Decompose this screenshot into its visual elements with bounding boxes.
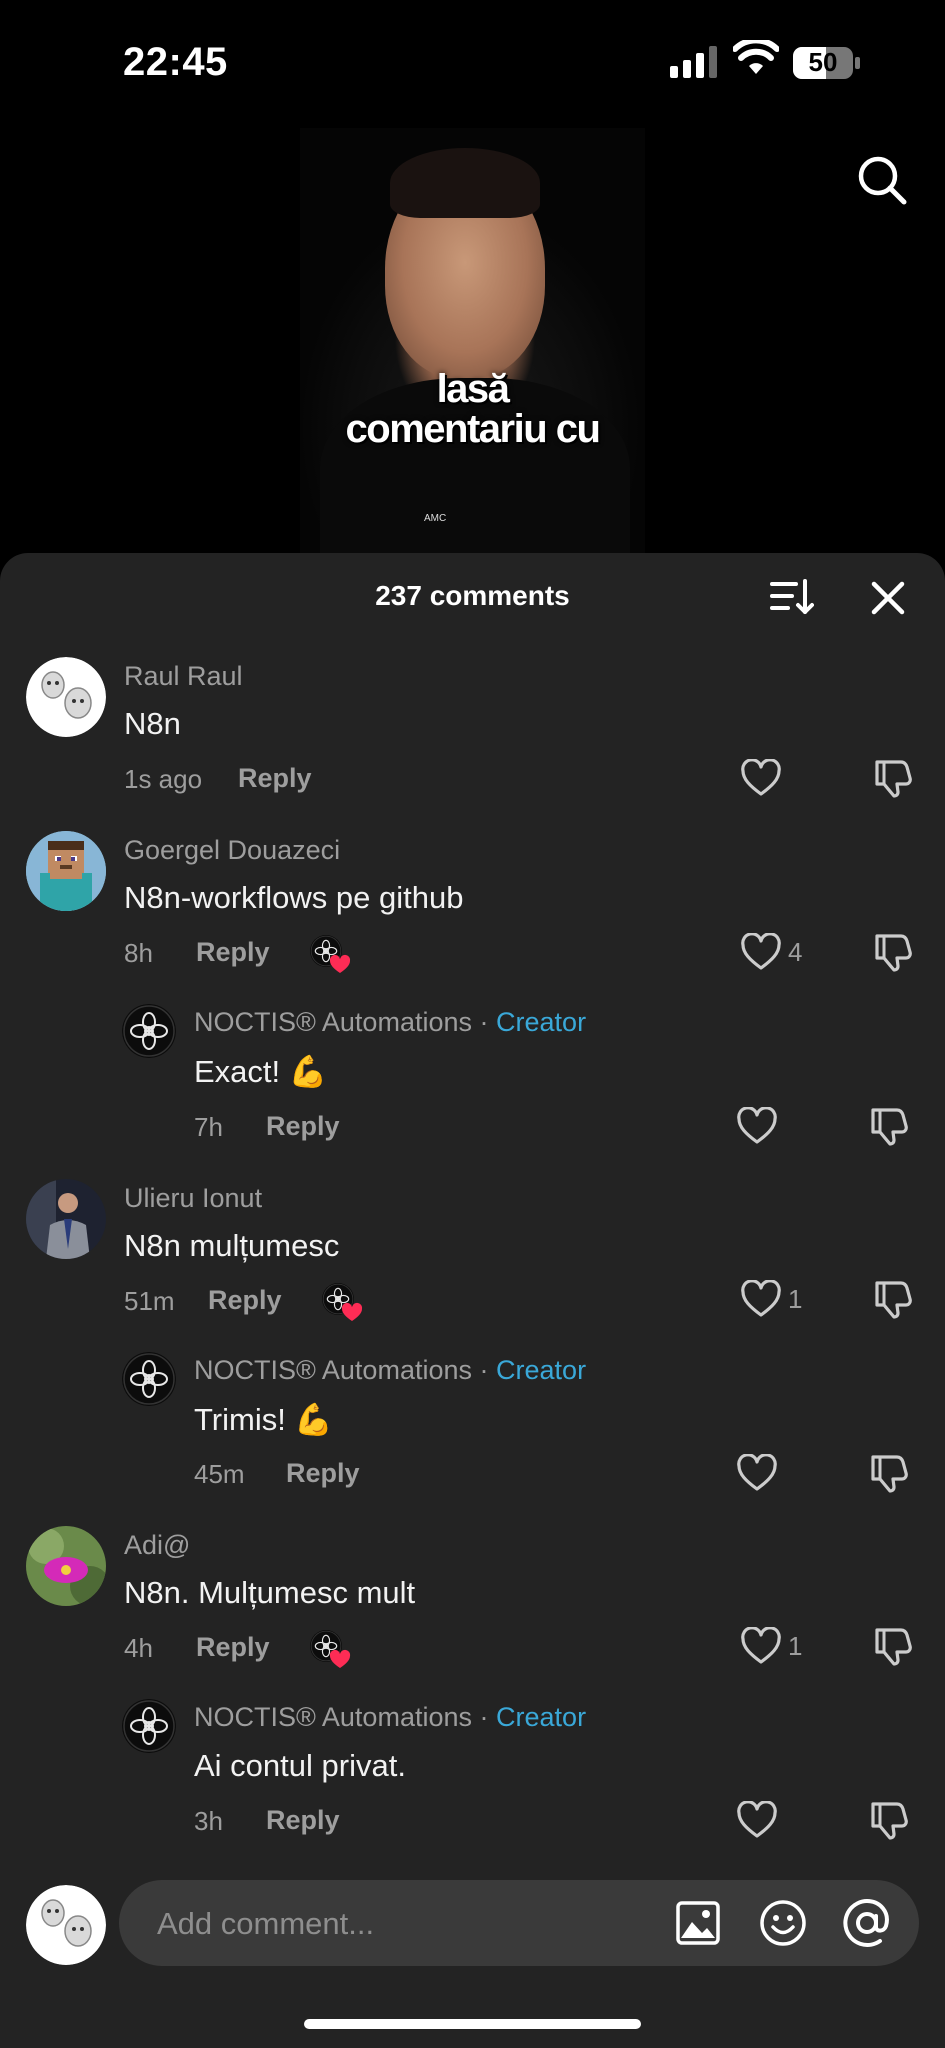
creator-label: Creator — [496, 1702, 587, 1732]
creator-avatar[interactable] — [122, 1352, 176, 1406]
separator-dot: · — [479, 1355, 489, 1385]
heart-icon[interactable] — [740, 933, 782, 971]
video-preview[interactable]: lasă comentariu cu AMC — [300, 128, 645, 558]
creator-avatar[interactable] — [122, 1004, 176, 1058]
emoji-icon[interactable] — [758, 1898, 808, 1948]
video-caption-line1: lasă — [436, 367, 510, 411]
reply-username[interactable]: NOCTIS® Automations · Creator — [194, 1702, 586, 1733]
sort-icon[interactable] — [770, 578, 814, 616]
like-count: 1 — [788, 1631, 803, 1661]
wifi-icon — [733, 40, 779, 74]
comment-time: 4h — [124, 1633, 153, 1663]
separator-dot: · — [479, 1007, 489, 1037]
heart-icon[interactable] — [740, 1280, 782, 1318]
reply-username-text: NOCTIS® Automations — [194, 1007, 472, 1037]
reply-username[interactable]: NOCTIS® Automations · Creator — [194, 1355, 586, 1386]
separator-dot: · — [479, 1702, 489, 1732]
dislike-icon[interactable] — [871, 1279, 913, 1319]
my-avatar[interactable] — [26, 1885, 106, 1965]
comment-time: 8h — [124, 938, 153, 968]
avatar[interactable] — [26, 1179, 106, 1259]
reply-time: 3h — [194, 1806, 223, 1836]
battery-level: 50 — [808, 47, 838, 77]
comment-username[interactable]: Adi@ — [124, 1530, 190, 1561]
reply-text: Exact! 💪 — [194, 1054, 328, 1089]
dislike-icon[interactable] — [871, 932, 913, 972]
comment-username[interactable]: Goergel Douazeci — [124, 835, 340, 866]
avatar[interactable] — [26, 1526, 106, 1606]
dislike-icon[interactable] — [867, 1800, 909, 1840]
heart-icon[interactable] — [736, 1801, 778, 1839]
status-time: 22:45 — [123, 40, 228, 84]
video-caption-line2: comentariu cu — [345, 407, 601, 451]
reply-text: Trimis! 💪 — [194, 1402, 334, 1437]
cellular-signal-icon — [670, 46, 717, 78]
close-icon[interactable] — [868, 578, 908, 618]
avatar[interactable] — [26, 831, 106, 911]
reply-button[interactable]: Reply — [196, 937, 270, 968]
comment-text: N8n-workflows pe github — [124, 880, 464, 915]
creator-avatar[interactable] — [122, 1699, 176, 1753]
comment-time: 1s ago — [124, 764, 203, 794]
battery-indicator: 50 — [792, 46, 862, 80]
reply-button[interactable]: Reply — [238, 763, 312, 794]
comment-input-placeholder[interactable]: Add comment... — [157, 1906, 374, 1942]
video-person-hair — [390, 148, 540, 218]
reply-time: 45m — [194, 1459, 245, 1489]
heart-icon[interactable] — [740, 759, 782, 797]
creator-liked-badge-icon — [322, 1283, 366, 1323]
reply-username[interactable]: NOCTIS® Automations · Creator — [194, 1007, 586, 1038]
reply-button[interactable]: Reply — [208, 1285, 282, 1316]
creator-label: Creator — [496, 1007, 587, 1037]
reply-username-text: NOCTIS® Automations — [194, 1702, 472, 1732]
heart-icon[interactable] — [740, 1627, 782, 1665]
like-count: 1 — [788, 1284, 803, 1314]
reply-button[interactable]: Reply — [266, 1111, 340, 1142]
dislike-icon[interactable] — [871, 758, 913, 798]
reply-button[interactable]: Reply — [196, 1632, 270, 1663]
mention-icon[interactable] — [840, 1896, 894, 1950]
reply-button[interactable]: Reply — [286, 1458, 360, 1489]
reply-text: Ai contul privat. — [194, 1748, 406, 1783]
creator-liked-badge-icon — [310, 1630, 354, 1670]
creator-label: Creator — [496, 1355, 587, 1385]
like-count: 4 — [788, 937, 803, 967]
heart-icon[interactable] — [736, 1454, 778, 1492]
comment-text: N8n. Mulțumesc mult — [124, 1575, 416, 1610]
heart-icon[interactable] — [736, 1107, 778, 1145]
search-icon[interactable] — [856, 154, 908, 206]
creator-liked-badge-icon — [310, 935, 354, 975]
reply-time: 7h — [194, 1112, 223, 1142]
dislike-icon[interactable] — [867, 1106, 909, 1146]
comment-time: 51m — [124, 1286, 175, 1316]
reply-username-text: NOCTIS® Automations — [194, 1355, 472, 1385]
comment-text: N8n mulțumesc — [124, 1228, 340, 1263]
video-tag: AMC — [424, 513, 447, 524]
reply-button[interactable]: Reply — [266, 1805, 340, 1836]
dislike-icon[interactable] — [871, 1626, 913, 1666]
image-icon[interactable] — [675, 1900, 721, 1946]
comment-username[interactable]: Raul Raul — [124, 661, 243, 692]
avatar[interactable] — [26, 657, 106, 737]
comment-text: N8n — [124, 706, 181, 741]
dislike-icon[interactable] — [867, 1453, 909, 1493]
home-indicator — [304, 2019, 641, 2029]
comment-username[interactable]: Ulieru Ionut — [124, 1183, 262, 1214]
